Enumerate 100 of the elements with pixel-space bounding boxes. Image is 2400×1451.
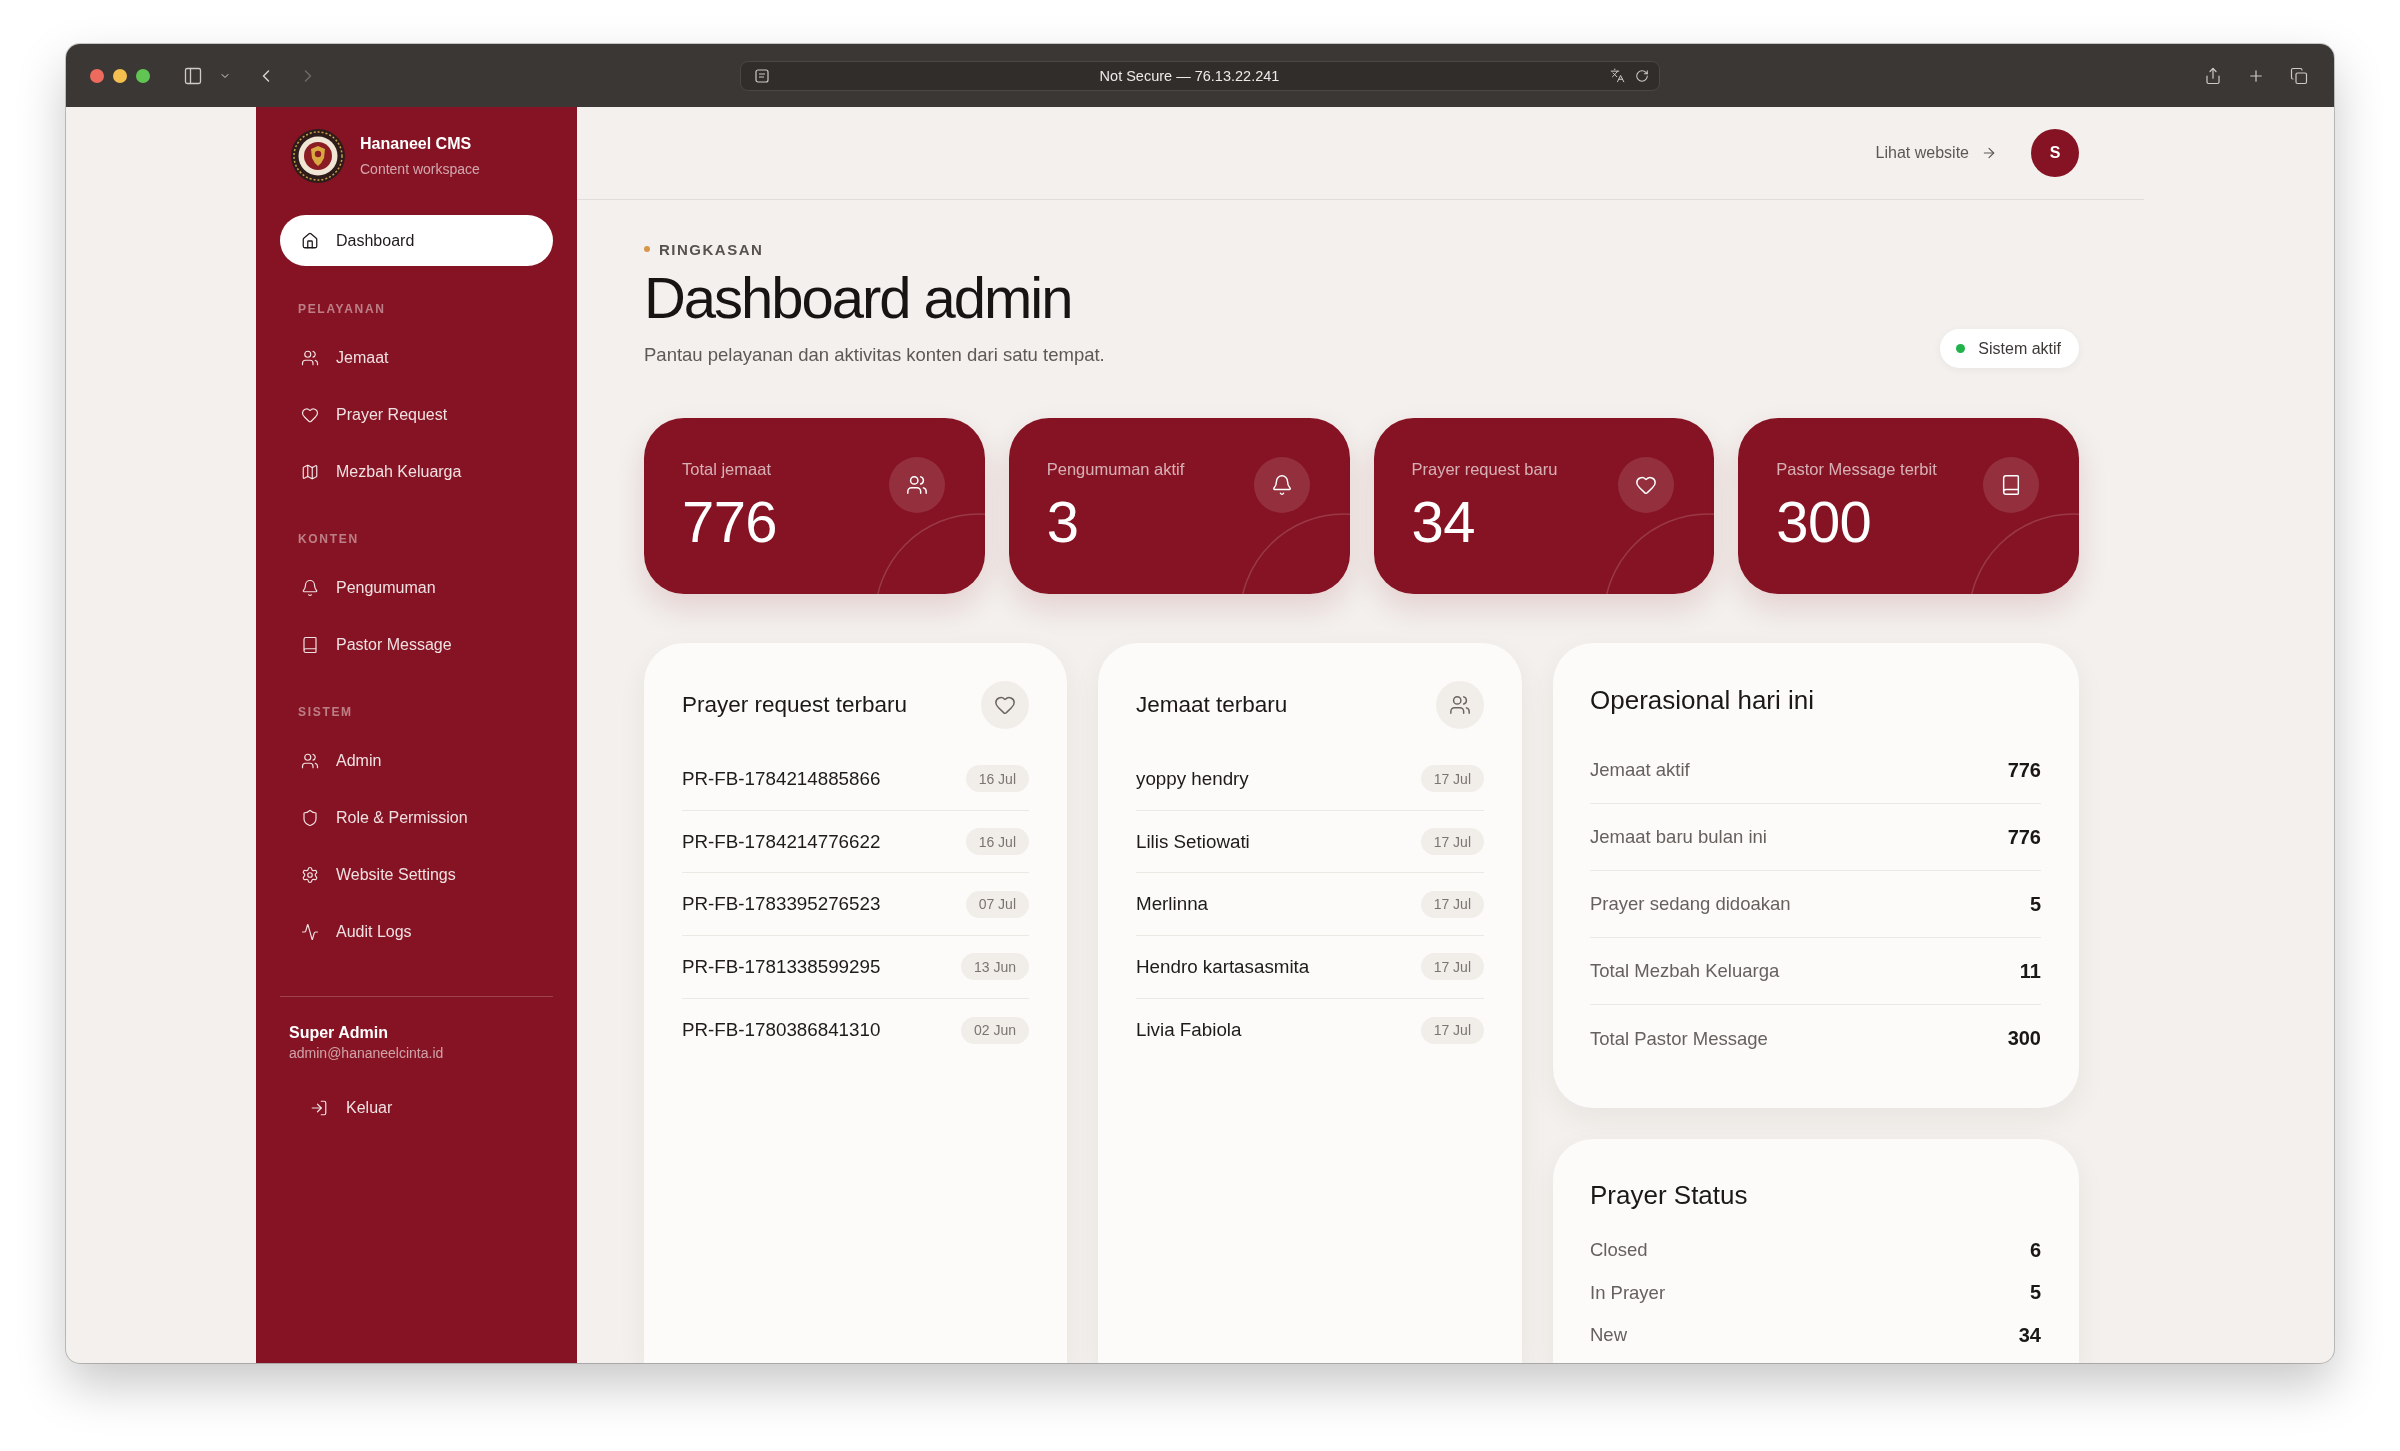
status-label: Sistem aktif [1978, 339, 2061, 358]
decorative-arc-icon [1603, 513, 1715, 594]
home-icon [301, 231, 319, 250]
nav-section-label: KONTEN [297, 531, 360, 547]
date-badge: 16 Jul [965, 765, 1029, 793]
request-id: PR-FB-1780386841310 [682, 1019, 881, 1042]
member-name: Hendro kartasasmita [1136, 955, 1310, 978]
user-email: admin@hananeelcinta.id [289, 1044, 445, 1062]
nav-item[interactable]: Role & Permission [280, 794, 553, 842]
metric-label: Jemaat baru bulan ini [1590, 826, 1767, 848]
minimize-button[interactable] [113, 68, 127, 83]
book-icon [1983, 457, 2039, 513]
page-title: Dashboard admin [644, 266, 1073, 330]
user-avatar[interactable]: S [2031, 129, 2079, 177]
stat-value: 34 [1411, 491, 1476, 553]
pulse-line-icon [301, 923, 319, 941]
users-icon [301, 752, 319, 770]
panel-title: Prayer request terbaru [682, 691, 908, 719]
nav-item[interactable]: Pastor Message [280, 621, 553, 669]
nav-item[interactable]: Jemaat [280, 334, 553, 382]
nav-section-label: PELAYANAN [297, 301, 387, 317]
nav-item[interactable]: Pengumuman [280, 564, 553, 612]
arrow-into-bracket-icon [310, 1099, 328, 1117]
website-link[interactable]: Lihat website [1875, 144, 1997, 162]
panel-title: Operasional hari ini [1590, 684, 1815, 717]
emblem-logo-icon [291, 129, 345, 183]
metric-value: 11 [2019, 959, 2041, 983]
metric-label: Jemaat aktif [1590, 759, 1690, 781]
date-badge: 17 Jul [1420, 1016, 1484, 1044]
metric-label: Prayer sedang didoakan [1590, 893, 1791, 915]
heart-icon [301, 406, 319, 424]
nav-item[interactable]: Dashboard [280, 215, 553, 266]
reload-icon[interactable] [1635, 68, 1649, 83]
nav-item[interactable]: Website Settings [280, 851, 553, 899]
member-name: Merlinna [1136, 893, 1209, 916]
users-icon [1436, 681, 1484, 729]
date-badge: 02 Jun [960, 1016, 1029, 1044]
bullet-dot-icon [644, 246, 650, 252]
metric-value: 776 [2007, 758, 2041, 782]
share-icon[interactable] [2204, 66, 2222, 85]
date-badge: 17 Jul [1420, 765, 1484, 793]
brand-name: Hananeel CMS [360, 134, 473, 154]
nav-section-label: SISTEM [297, 704, 354, 720]
date-badge: 17 Jul [1420, 953, 1484, 981]
date-badge: 07 Jul [965, 890, 1029, 918]
metric-value: 5 [2029, 892, 2041, 916]
page-icon [755, 68, 769, 83]
request-id: PR-FB-1783395276523 [682, 893, 881, 916]
bell-icon [301, 579, 319, 597]
nav-item[interactable]: Audit Logs [280, 908, 553, 956]
book-icon [301, 636, 319, 654]
zoom-button[interactable] [136, 68, 150, 83]
overlapping-squares-icon[interactable] [2290, 66, 2308, 85]
status-name: Closed [1590, 1239, 1648, 1262]
stat-value: 300 [1776, 491, 1873, 553]
date-badge: 17 Jul [1420, 828, 1484, 856]
member-name: Livia Fabiola [1136, 1019, 1242, 1042]
stat-label: Prayer request baru [1411, 459, 1558, 480]
date-badge: 17 Jul [1420, 890, 1484, 918]
address-bar[interactable]: Not Secure — 76.13.22.241 [740, 60, 1660, 91]
nav-item[interactable]: Prayer Request [280, 391, 553, 439]
page-subtitle: Pantau pelayanan dan aktivitas konten dari satu tempat. [644, 343, 1105, 367]
stat-value: 776 [682, 491, 778, 553]
section-eyebrow: RINGKASAN [659, 240, 764, 258]
status-name: In Prayer [1590, 1281, 1666, 1304]
panel-title: Jemaat terbaru [1136, 691, 1288, 719]
decorative-arc-icon [1968, 513, 2079, 594]
close-button[interactable] [90, 68, 104, 83]
date-badge: 16 Jul [965, 828, 1029, 856]
metric-value: 776 [2007, 825, 2041, 849]
stat-label: Total jemaat [682, 459, 772, 480]
request-id: PR-FB-1784214776622 [682, 830, 881, 853]
brand-tagline: Content workspace [360, 160, 480, 178]
nav-item[interactable]: Admin [280, 737, 553, 785]
status-count: 34 [2018, 1323, 2041, 1347]
request-id: PR-FB-1784214885866 [682, 767, 881, 790]
translate-icon[interactable] [1610, 68, 1625, 83]
member-name: Lilis Setiowati [1136, 830, 1250, 853]
status-count: 6 [2029, 1238, 2041, 1262]
date-badge: 13 Jun [960, 953, 1029, 981]
status-name: New [1590, 1324, 1627, 1347]
user-name: Super Admin [289, 1023, 389, 1043]
status-count: 5 [2029, 1281, 2041, 1305]
panel-title: Prayer Status [1590, 1179, 1749, 1212]
nav-item[interactable]: Mezbah Keluarga [280, 448, 553, 496]
logout-button[interactable]: Keluar [280, 1086, 393, 1130]
shield-icon [301, 809, 319, 827]
stat-label: Pastor Message terbit [1776, 459, 1937, 480]
sidebar-toggle-icon[interactable] [183, 65, 203, 86]
stat-value: 3 [1046, 491, 1080, 553]
request-id: PR-FB-1781338599295 [682, 955, 881, 978]
metric-label: Total Mezbah Keluarga [1590, 960, 1780, 982]
map-icon [301, 463, 319, 481]
metric-value: 300 [2007, 1027, 2041, 1050]
metric-label: Total Pastor Message [1590, 1027, 1768, 1050]
stat-label: Pengumuman aktif [1046, 459, 1185, 480]
arrow-right-icon [1981, 145, 1997, 161]
member-name: yoppy hendry [1136, 767, 1249, 790]
settings-icon [301, 866, 319, 884]
users-icon [301, 349, 319, 367]
